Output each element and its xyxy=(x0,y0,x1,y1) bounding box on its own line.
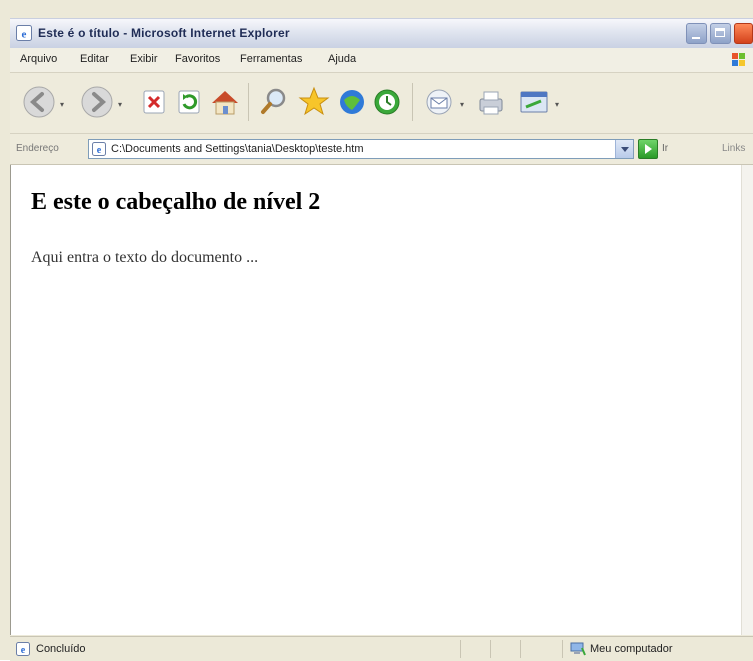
links-label[interactable]: Links xyxy=(722,143,745,154)
vertical-scrollbar[interactable] xyxy=(741,165,753,635)
forward-icon[interactable] xyxy=(78,83,116,121)
menu-exibir[interactable]: Exibir xyxy=(130,53,158,65)
window-title: Este é o título - Microsoft Internet Exp… xyxy=(38,26,290,40)
stop-icon[interactable] xyxy=(135,83,173,121)
print-icon[interactable] xyxy=(472,83,510,121)
toolbar-separator xyxy=(248,83,249,121)
refresh-icon[interactable] xyxy=(170,83,208,121)
edit-dropdown-icon[interactable]: ▾ xyxy=(555,100,559,109)
toolbar: ▾ ▾ ▾ ▾ xyxy=(10,73,753,134)
mail-icon[interactable] xyxy=(420,83,458,121)
title-bar[interactable]: e Este é o título - Microsoft Internet E… xyxy=(10,18,753,49)
page-paragraph: Aqui entra o texto do documento ... xyxy=(31,249,259,266)
address-input[interactable]: e C:\Documents and Settings\tania\Deskto… xyxy=(88,139,634,159)
mail-dropdown-icon[interactable]: ▾ xyxy=(460,100,464,109)
toolbar-separator xyxy=(412,83,413,121)
go-label[interactable]: Ir xyxy=(662,143,668,154)
home-icon[interactable] xyxy=(206,83,244,121)
page-icon: e xyxy=(92,142,106,156)
windows-logo-icon xyxy=(732,53,745,66)
status-divider xyxy=(562,640,563,658)
page-status-icon: e xyxy=(16,642,30,656)
maximize-button[interactable] xyxy=(710,23,731,44)
edit-icon[interactable] xyxy=(515,83,553,121)
security-zone: Meu computador xyxy=(590,643,673,655)
menu-ferramentas[interactable]: Ferramentas xyxy=(240,53,302,65)
browser-window: e Este é o título - Microsoft Internet E… xyxy=(0,0,753,661)
search-icon[interactable] xyxy=(255,83,293,121)
media-icon[interactable] xyxy=(333,83,371,121)
minimize-button[interactable] xyxy=(686,23,707,44)
page-heading: E este o cabeçalho de nível 2 xyxy=(31,189,321,215)
forward-dropdown-icon[interactable]: ▾ xyxy=(118,100,122,109)
page-content: E este o cabeçalho de nível 2 Aqui entra… xyxy=(10,165,742,635)
status-text: Concluído xyxy=(36,643,86,655)
status-bar: e Concluído Meu computador xyxy=(10,636,753,661)
close-button[interactable] xyxy=(734,23,753,44)
menu-bar: Arquivo Editar Exibir Favoritos Ferramen… xyxy=(10,48,753,73)
address-bar: Endereço e C:\Documents and Settings\tan… xyxy=(10,134,753,165)
svg-text:e: e xyxy=(97,145,102,156)
ie-icon: e xyxy=(16,25,32,41)
favorites-icon[interactable] xyxy=(295,83,333,121)
menu-arquivo[interactable]: Arquivo xyxy=(20,53,57,65)
status-divider xyxy=(460,640,461,658)
menu-editar[interactable]: Editar xyxy=(80,53,109,65)
address-value[interactable]: C:\Documents and Settings\tania\Desktop\… xyxy=(111,143,364,155)
status-divider xyxy=(520,640,521,658)
svg-text:e: e xyxy=(22,29,27,41)
menu-favoritos[interactable]: Favoritos xyxy=(175,53,220,65)
address-dropdown-button[interactable] xyxy=(615,140,633,158)
svg-text:e: e xyxy=(21,645,26,656)
computer-icon xyxy=(570,642,586,656)
back-dropdown-icon[interactable]: ▾ xyxy=(60,100,64,109)
go-button[interactable] xyxy=(638,139,658,159)
address-label: Endereço xyxy=(16,143,59,154)
menu-ajuda[interactable]: Ajuda xyxy=(328,53,356,65)
back-icon[interactable] xyxy=(20,83,58,121)
status-divider xyxy=(490,640,491,658)
history-icon[interactable] xyxy=(368,83,406,121)
